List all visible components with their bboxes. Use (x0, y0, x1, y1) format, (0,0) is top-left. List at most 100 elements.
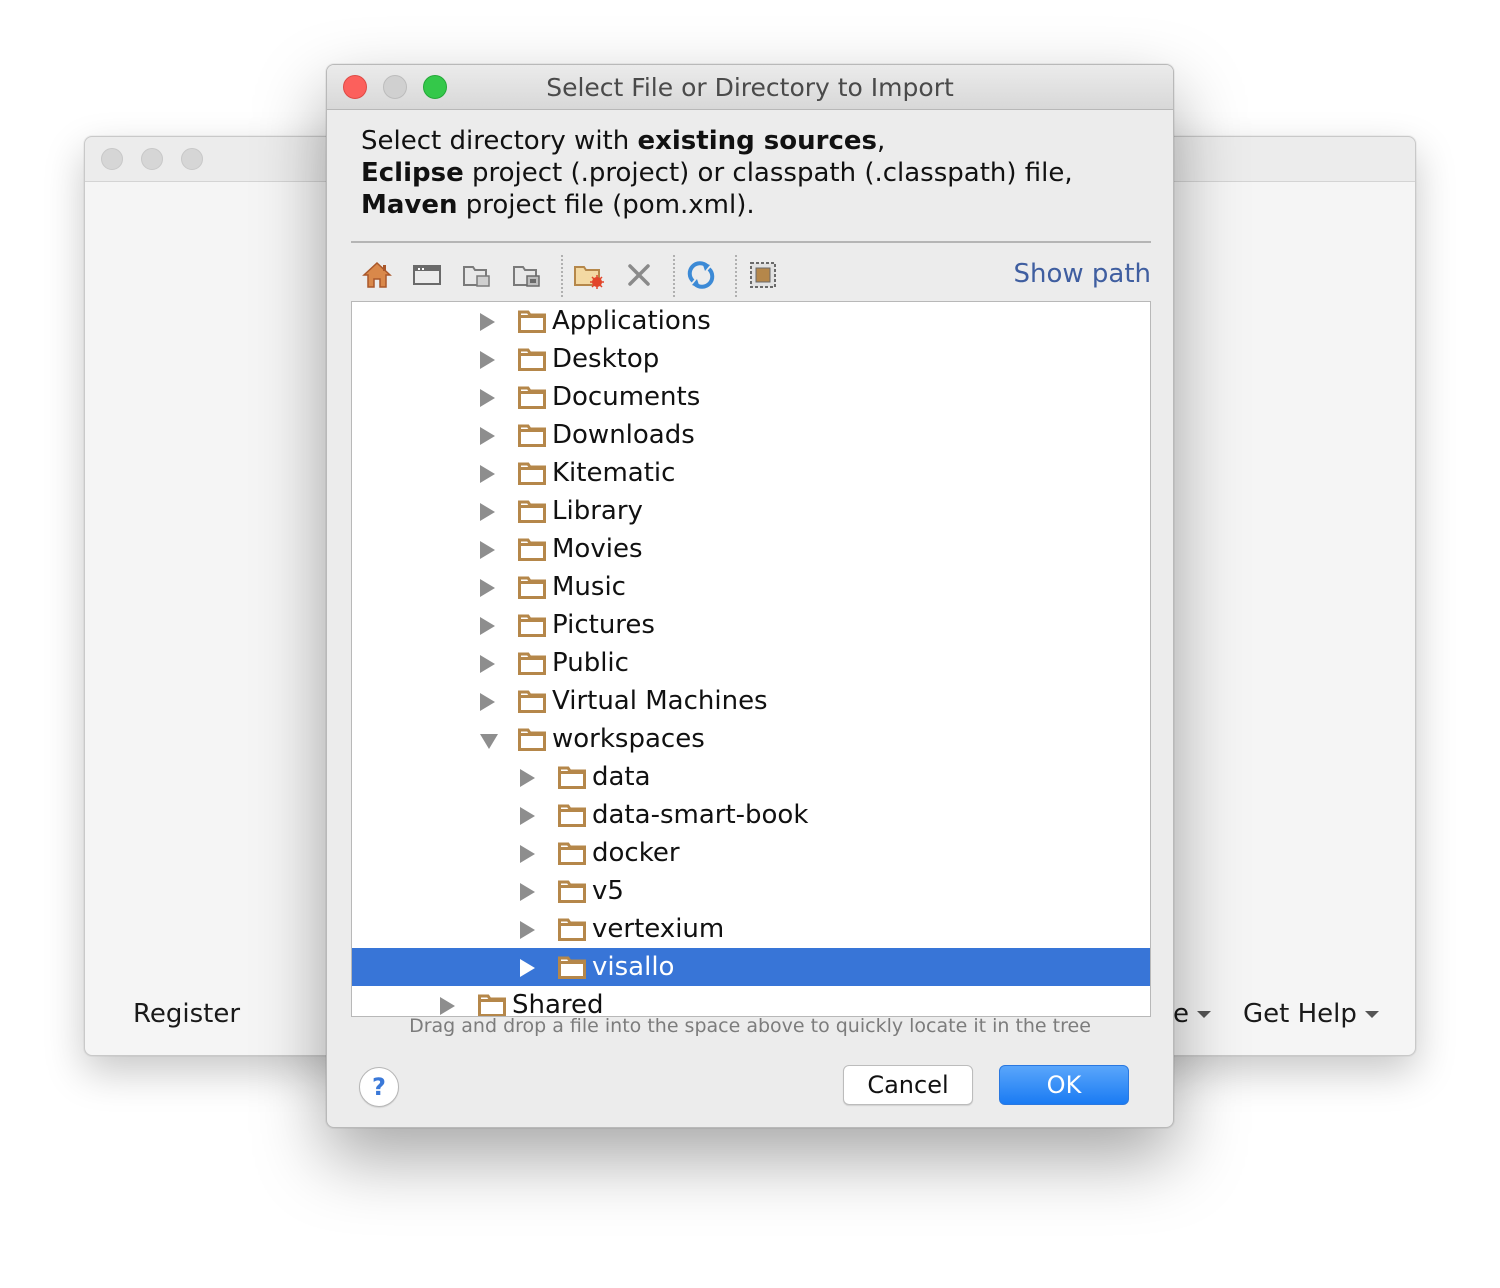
folder-icon (558, 879, 586, 903)
folder-icon (558, 803, 586, 827)
folder-icon (558, 955, 586, 979)
tree-row[interactable]: visallo (352, 948, 1150, 986)
cancel-button[interactable]: Cancel (843, 1065, 973, 1105)
collapsed-arrow-icon[interactable] (520, 769, 535, 787)
module-folder-icon[interactable] (511, 259, 543, 291)
tree-row[interactable]: Desktop (352, 340, 1150, 378)
expanded-arrow-icon[interactable] (480, 734, 498, 749)
tree-row-label: Desktop (552, 344, 660, 374)
register-link[interactable]: Register (133, 999, 240, 1029)
collapsed-arrow-icon[interactable] (480, 693, 495, 711)
partial-menu[interactable]: e (1173, 999, 1211, 1029)
tree-row[interactable]: workspaces (352, 720, 1150, 758)
tree-row-label: Documents (552, 382, 701, 412)
description-text: project (.project) or classpath (.classp… (463, 158, 1073, 188)
file-chooser-toolbar: Show path (351, 249, 1151, 301)
collapsed-arrow-icon[interactable] (520, 845, 535, 863)
folder-icon (518, 613, 546, 637)
description-bold: Maven (361, 190, 458, 220)
desktop-icon[interactable] (411, 259, 443, 291)
tree-row[interactable]: data-smart-book (352, 796, 1150, 834)
tree-row[interactable]: Documents (352, 378, 1150, 416)
collapsed-arrow-icon[interactable] (520, 883, 535, 901)
tree-row-label: Library (552, 496, 643, 526)
chevron-down-icon (1364, 1011, 1379, 1018)
collapsed-arrow-icon[interactable] (480, 655, 495, 673)
toolbar-separator (673, 255, 675, 297)
tree-row[interactable]: vertexium (352, 910, 1150, 948)
collapsed-arrow-icon[interactable] (480, 541, 495, 559)
drag-drop-hint: Drag and drop a file into the space abov… (409, 1015, 1091, 1037)
collapsed-arrow-icon[interactable] (480, 579, 495, 597)
folder-icon (518, 727, 546, 751)
folder-icon (558, 917, 586, 941)
folder-icon (518, 651, 546, 675)
help-button[interactable]: ? (359, 1067, 399, 1107)
delete-icon[interactable] (623, 259, 655, 291)
project-folder-icon[interactable] (461, 259, 493, 291)
ok-button[interactable]: OK (999, 1065, 1129, 1105)
collapsed-arrow-icon[interactable] (480, 503, 495, 521)
tree-row[interactable]: Virtual Machines (352, 682, 1150, 720)
tree-row[interactable]: Applications (352, 302, 1150, 340)
tree-row[interactable]: Shared (352, 986, 1150, 1016)
import-dialog: Select File or Directory to Import Selec… (326, 64, 1174, 1128)
tree-row-label: Kitematic (552, 458, 676, 488)
tree-row-label: data (592, 762, 651, 792)
tree-row-label: Public (552, 648, 629, 678)
collapsed-arrow-icon[interactable] (440, 997, 455, 1015)
collapsed-arrow-icon[interactable] (520, 921, 535, 939)
dialog-titlebar: Select File or Directory to Import (327, 65, 1173, 110)
get-help-menu[interactable]: Get Help (1243, 999, 1379, 1029)
new-folder-icon[interactable] (573, 259, 605, 291)
tree-row-label: docker (592, 838, 680, 868)
tree-row[interactable]: data (352, 758, 1150, 796)
folder-icon (518, 347, 546, 371)
tree-row[interactable]: Music (352, 568, 1150, 606)
description-bold: Eclipse (361, 158, 464, 188)
refresh-icon[interactable] (685, 259, 717, 291)
description-text: , (876, 126, 886, 156)
collapsed-arrow-icon[interactable] (520, 807, 535, 825)
partial-menu-label: e (1173, 999, 1189, 1029)
background-close-light (101, 148, 123, 170)
tree-row-label: vertexium (592, 914, 725, 944)
dialog-description: Select directory with existing sources, … (361, 125, 1073, 221)
home-icon[interactable] (361, 259, 393, 291)
directory-tree[interactable]: Applications Desktop Documents Downloads Kit… (351, 301, 1151, 1017)
folder-icon (558, 841, 586, 865)
toolbar-separator (561, 255, 563, 297)
get-help-label: Get Help (1243, 999, 1357, 1029)
chevron-down-icon (1197, 1011, 1211, 1018)
tree-row-label: Music (552, 572, 626, 602)
folder-icon (558, 765, 586, 789)
collapsed-arrow-icon[interactable] (480, 617, 495, 635)
description-text: Select directory with (361, 126, 638, 156)
show-path-link[interactable]: Show path (1013, 259, 1151, 289)
folder-icon (518, 499, 546, 523)
collapsed-arrow-icon[interactable] (480, 427, 495, 445)
tree-row[interactable]: Library (352, 492, 1150, 530)
tree-row-label: v5 (592, 876, 624, 906)
folder-icon (518, 575, 546, 599)
tree-row-label: visallo (592, 952, 675, 982)
collapsed-arrow-icon[interactable] (480, 465, 495, 483)
collapsed-arrow-icon[interactable] (480, 389, 495, 407)
tree-row[interactable]: Movies (352, 530, 1150, 568)
collapsed-arrow-icon[interactable] (480, 351, 495, 369)
collapsed-arrow-icon[interactable] (480, 313, 495, 331)
folder-icon (518, 309, 546, 333)
tree-row[interactable]: v5 (352, 872, 1150, 910)
tree-row[interactable]: Pictures (352, 606, 1150, 644)
tree-row[interactable]: Downloads (352, 416, 1150, 454)
collapsed-arrow-icon[interactable] (520, 959, 535, 977)
hidden-files-icon[interactable] (747, 259, 779, 291)
tree-row[interactable]: Public (352, 644, 1150, 682)
tree-row[interactable]: Kitematic (352, 454, 1150, 492)
toolbar-separator (735, 255, 737, 297)
tree-row[interactable]: docker (352, 834, 1150, 872)
folder-icon (478, 993, 506, 1016)
divider (351, 241, 1151, 243)
tree-row-label: data-smart-book (592, 800, 809, 830)
tree-row-label: Pictures (552, 610, 655, 640)
